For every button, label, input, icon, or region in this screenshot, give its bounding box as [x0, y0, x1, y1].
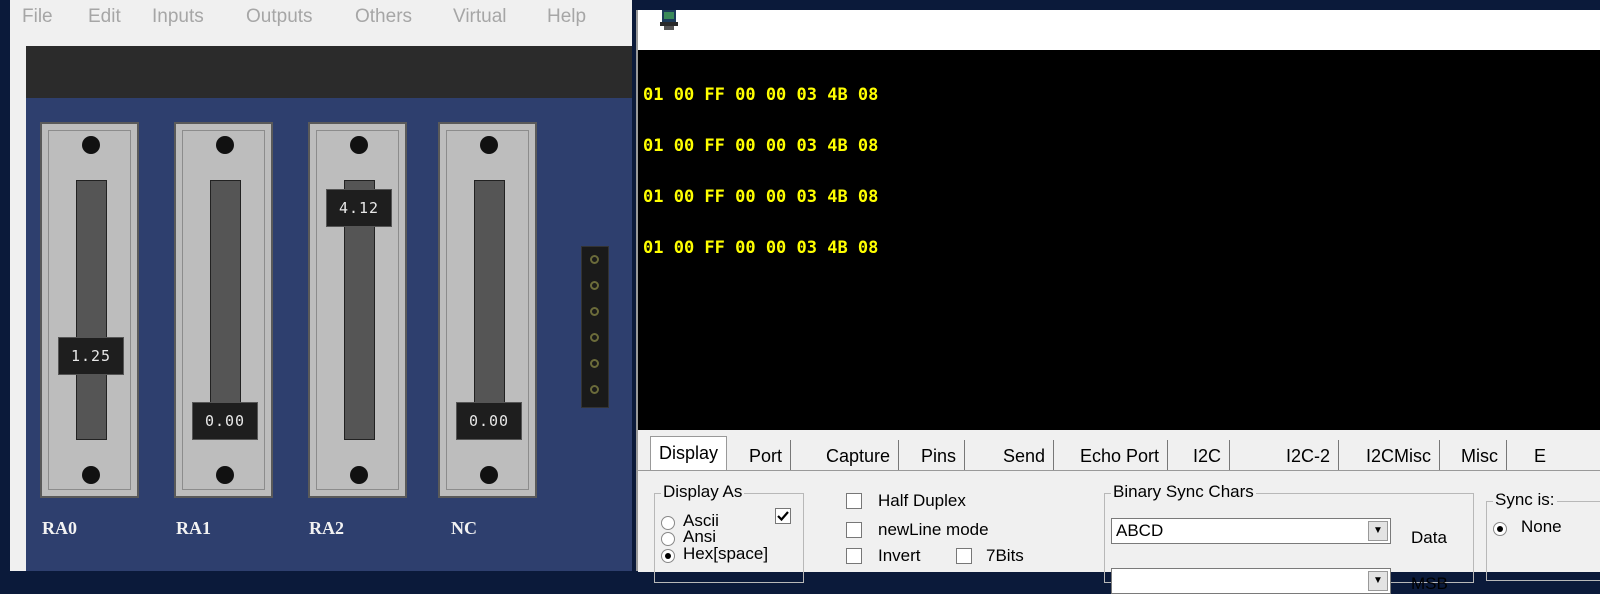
tab-i2c[interactable]: I2C — [1185, 440, 1231, 470]
terminal-line: 01 00 FF 00 00 03 4B 08 — [643, 136, 879, 156]
simulator-window: File Edit Inputs Outputs Others Virtual … — [10, 0, 632, 571]
slider-ra2[interactable]: 4.12 — [308, 122, 407, 498]
tab-display[interactable]: Display — [650, 436, 728, 470]
screw-hole-icon — [216, 466, 234, 484]
display-as-title: Display As — [661, 482, 745, 502]
slider-value[interactable]: 4.12 — [326, 188, 392, 227]
tab-misc[interactable]: Misc — [1453, 440, 1507, 470]
slider-track[interactable] — [76, 180, 107, 440]
tab-send[interactable]: Send — [995, 440, 1055, 470]
tab-e[interactable]: E — [1526, 440, 1554, 470]
slider-label-ra1: RA1 — [176, 518, 211, 538]
tab-port[interactable]: Port — [741, 440, 792, 470]
tab-i2cmisc[interactable]: I2CMisc — [1358, 440, 1441, 470]
dropdown-arrow-icon[interactable]: ▼ — [1368, 571, 1388, 591]
title-bar — [638, 10, 1600, 50]
screw-hole-icon — [350, 466, 368, 484]
menu-virtual[interactable]: Virtual — [453, 6, 507, 28]
invert-label: Invert — [878, 546, 921, 565]
seven-bits-label: 7Bits — [986, 546, 1024, 565]
invert-checkbox[interactable] — [846, 548, 862, 564]
half-duplex-checkbox[interactable] — [846, 493, 862, 509]
screw-hole-icon — [82, 466, 100, 484]
slider-label-nc: NC — [451, 518, 477, 538]
display-as-checkbox[interactable] — [775, 508, 791, 524]
screw-hole-icon — [350, 136, 368, 154]
radio-ansi[interactable] — [661, 532, 675, 546]
slider-ra1[interactable]: 0.00 — [174, 122, 273, 498]
slider-label-ra2: RA2 — [309, 518, 344, 538]
menu-others[interactable]: Others — [355, 6, 412, 28]
pin-icon — [590, 359, 599, 368]
binary-sync-group: Binary Sync Chars ABCD ▼ Data ▼ MSB — [1104, 482, 1474, 594]
screw-hole-icon — [216, 136, 234, 154]
slider-value[interactable]: 0.00 — [456, 402, 522, 440]
radio-sync-none[interactable] — [1493, 522, 1507, 536]
slider-label-ra0: RA0 — [42, 518, 77, 538]
slider-value[interactable]: 0.00 — [192, 402, 258, 440]
screw-hole-icon — [480, 136, 498, 154]
tab-i2c-2[interactable]: I2C-2 — [1278, 440, 1340, 470]
serial-terminal-window: 01 00 FF 00 00 03 4B 08 01 00 FF 00 00 0… — [636, 10, 1600, 594]
sync-chars-value: ABCD — [1116, 521, 1164, 540]
radio-sync-none-label: None — [1521, 517, 1562, 536]
pin-icon — [590, 307, 599, 316]
pin-icon — [590, 255, 599, 264]
binary-sync-title: Binary Sync Chars — [1111, 482, 1256, 502]
tab-strip: Display Port Capture Pins Send Echo Port… — [638, 430, 1600, 470]
menu-bar: File Edit Inputs Outputs Others Virtual … — [10, 0, 632, 44]
slider-track[interactable] — [474, 180, 505, 440]
newline-mode-checkbox[interactable] — [846, 522, 862, 538]
slider-ra0[interactable]: 1.25 — [40, 122, 139, 498]
sync-chars-combo[interactable]: ABCD ▼ — [1111, 518, 1391, 544]
menu-inputs[interactable]: Inputs — [152, 6, 204, 28]
pin-icon — [590, 281, 599, 290]
tab-capture[interactable]: Capture — [818, 440, 900, 470]
display-as-group: Display As Ascii Ansi Hex[space] — [654, 482, 804, 583]
tab-echo-port[interactable]: Echo Port — [1072, 440, 1169, 470]
radio-hex-space-label: Hex[space] — [683, 544, 769, 563]
data-label: Data — [1411, 528, 1447, 547]
menu-edit[interactable]: Edit — [88, 6, 121, 28]
checkmark-icon — [777, 511, 789, 522]
newline-mode-label: newLine mode — [878, 520, 989, 539]
dropdown-arrow-icon[interactable]: ▼ — [1368, 521, 1388, 541]
radio-ascii[interactable] — [661, 516, 675, 530]
pin-header — [581, 246, 609, 408]
analog-input-panel: 1.25 0.00 4.12 0.00 RA0 RA1 RA2 NC — [26, 98, 632, 571]
tab-pins[interactable]: Pins — [913, 440, 966, 470]
slider-value[interactable]: 1.25 — [58, 337, 124, 375]
msb-label: MSB — [1411, 574, 1448, 593]
pin-icon — [590, 333, 599, 342]
screw-hole-icon — [82, 136, 100, 154]
display-tab-panel: Display As Ascii Ansi Hex[space] Half Du… — [638, 470, 1600, 594]
sync-mask-combo[interactable]: ▼ — [1111, 568, 1391, 594]
toolbar-strip — [26, 46, 632, 98]
half-duplex-label: Half Duplex — [878, 491, 966, 510]
slider-nc[interactable]: 0.00 — [438, 122, 537, 498]
seven-bits-checkbox[interactable] — [956, 548, 972, 564]
pin-icon — [590, 385, 599, 394]
radio-hex-space[interactable] — [661, 549, 675, 563]
slider-track[interactable] — [210, 180, 241, 440]
menu-outputs[interactable]: Outputs — [246, 6, 313, 28]
sync-is-group: Sync is: None — [1486, 490, 1600, 581]
terminal-output[interactable]: 01 00 FF 00 00 03 4B 08 01 00 FF 00 00 0… — [638, 50, 1600, 432]
terminal-line: 01 00 FF 00 00 03 4B 08 — [643, 187, 879, 207]
screw-hole-icon — [480, 466, 498, 484]
menu-help[interactable]: Help — [547, 6, 586, 28]
terminal-line: 01 00 FF 00 00 03 4B 08 — [643, 85, 879, 105]
menu-file[interactable]: File — [22, 6, 53, 28]
app-icon — [660, 10, 678, 30]
terminal-line: 01 00 FF 00 00 03 4B 08 — [643, 238, 879, 258]
sync-is-title: Sync is: — [1493, 490, 1557, 510]
